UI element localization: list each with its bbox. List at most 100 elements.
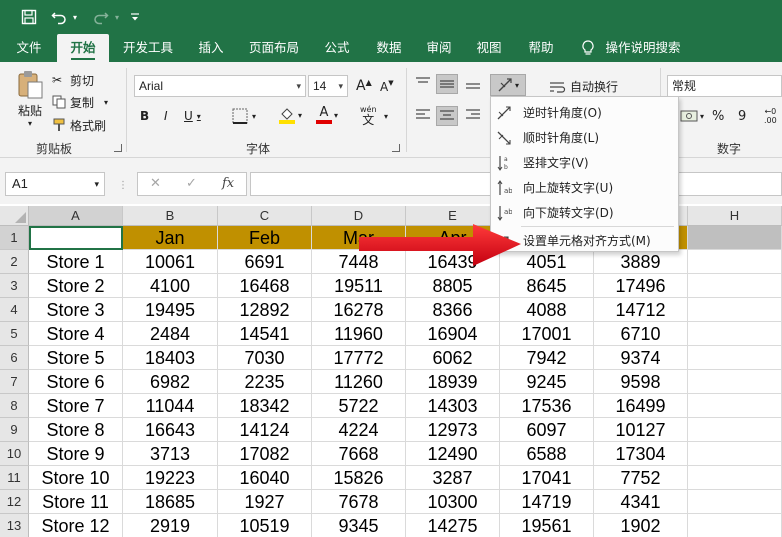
value-cell[interactable]: 16040 (218, 466, 312, 490)
header-cell[interactable] (688, 226, 782, 250)
cancel-button[interactable]: ✕ (150, 176, 161, 191)
store-name-cell[interactable]: Store 11 (29, 490, 123, 514)
value-cell[interactable]: 6097 (500, 418, 594, 442)
copy-button[interactable]: 复制 ▾ (52, 92, 108, 112)
active-cell-a1[interactable] (29, 226, 123, 250)
row-header-1[interactable]: 1 (0, 226, 29, 250)
value-cell[interactable]: 19223 (123, 466, 218, 490)
tab-file[interactable]: 文件 (6, 34, 52, 62)
accounting-format-button[interactable]: ▾ (680, 108, 704, 124)
value-cell[interactable]: 14712 (594, 298, 688, 322)
store-name-cell[interactable]: Store 9 (29, 442, 123, 466)
save-icon[interactable] (18, 6, 40, 28)
redo-icon[interactable] (90, 6, 112, 28)
value-cell[interactable]: 15826 (312, 466, 406, 490)
tab-developer[interactable]: 开发工具 (114, 34, 182, 62)
value-cell[interactable]: 16499 (594, 394, 688, 418)
value-cell[interactable]: 4341 (594, 490, 688, 514)
column-header-a[interactable]: A (29, 206, 123, 226)
value-cell[interactable]: 18403 (123, 346, 218, 370)
store-name-cell[interactable]: Store 6 (29, 370, 123, 394)
phonetic-guide-button[interactable]: wén 文 (360, 105, 377, 127)
store-name-cell[interactable]: Store 7 (29, 394, 123, 418)
tab-page-layout[interactable]: 页面布局 (240, 34, 308, 62)
value-cell[interactable]: 7030 (218, 346, 312, 370)
value-cell[interactable]: 19561 (500, 514, 594, 537)
store-name-cell[interactable]: Store 8 (29, 418, 123, 442)
clipboard-launcher-icon[interactable] (114, 144, 122, 152)
value-cell[interactable]: 10127 (594, 418, 688, 442)
value-cell[interactable]: 17304 (594, 442, 688, 466)
value-cell[interactable] (688, 370, 782, 394)
value-cell[interactable]: 8645 (500, 274, 594, 298)
middle-align-button[interactable] (436, 74, 458, 94)
bold-button[interactable]: B (140, 109, 149, 123)
value-cell[interactable]: 1927 (218, 490, 312, 514)
value-cell[interactable] (688, 466, 782, 490)
value-cell[interactable] (688, 394, 782, 418)
value-cell[interactable]: 14124 (218, 418, 312, 442)
value-cell[interactable]: 2484 (123, 322, 218, 346)
value-cell[interactable]: 16904 (406, 322, 500, 346)
value-cell[interactable]: 3713 (123, 442, 218, 466)
value-cell[interactable]: 7678 (312, 490, 406, 514)
value-cell[interactable]: 14719 (500, 490, 594, 514)
align-left-button[interactable] (414, 108, 432, 122)
row-header[interactable]: 3 (0, 274, 29, 298)
value-cell[interactable]: 8805 (406, 274, 500, 298)
value-cell[interactable] (688, 322, 782, 346)
column-header-h[interactable]: H (688, 206, 782, 226)
top-align-button[interactable] (414, 76, 432, 90)
value-cell[interactable]: 18342 (218, 394, 312, 418)
value-cell[interactable]: 18939 (406, 370, 500, 394)
header-cell[interactable]: Jan (123, 226, 218, 250)
shrink-font-button[interactable]: A ▼ (380, 79, 394, 94)
value-cell[interactable]: 17001 (500, 322, 594, 346)
align-center-button[interactable] (436, 106, 458, 126)
insert-function-button[interactable]: fx (222, 176, 234, 191)
store-name-cell[interactable]: Store 3 (29, 298, 123, 322)
font-name-select[interactable]: Arial ▾ (134, 75, 306, 97)
value-cell[interactable] (688, 250, 782, 274)
tab-view[interactable]: 视图 (466, 34, 512, 62)
font-size-select[interactable]: 14 ▾ (308, 75, 348, 97)
value-cell[interactable]: 8366 (406, 298, 500, 322)
store-name-cell[interactable]: Store 10 (29, 466, 123, 490)
font-launcher-icon[interactable] (392, 144, 400, 152)
value-cell[interactable]: 7668 (312, 442, 406, 466)
row-header[interactable]: 10 (0, 442, 29, 466)
value-cell[interactable]: 14541 (218, 322, 312, 346)
value-cell[interactable]: 2919 (123, 514, 218, 537)
column-header-b[interactable]: B (123, 206, 218, 226)
value-cell[interactable]: 16643 (123, 418, 218, 442)
header-cell[interactable]: Feb (218, 226, 312, 250)
tab-help[interactable]: 帮助 (518, 34, 564, 62)
value-cell[interactable] (688, 346, 782, 370)
value-cell[interactable]: 17041 (500, 466, 594, 490)
value-cell[interactable]: 4088 (500, 298, 594, 322)
value-cell[interactable]: 17536 (500, 394, 594, 418)
value-cell[interactable]: 6691 (218, 250, 312, 274)
row-header[interactable]: 12 (0, 490, 29, 514)
align-right-button[interactable] (464, 108, 482, 122)
store-name-cell[interactable]: Store 1 (29, 250, 123, 274)
value-cell[interactable]: 10300 (406, 490, 500, 514)
phonetic-dropdown[interactable]: ▾ (384, 112, 388, 121)
value-cell[interactable]: 4100 (123, 274, 218, 298)
value-cell[interactable]: 9374 (594, 346, 688, 370)
customize-qat-icon[interactable] (128, 6, 142, 28)
value-cell[interactable]: 6588 (500, 442, 594, 466)
value-cell[interactable]: 9598 (594, 370, 688, 394)
value-cell[interactable]: 3287 (406, 466, 500, 490)
value-cell[interactable]: 9245 (500, 370, 594, 394)
value-cell[interactable]: 12973 (406, 418, 500, 442)
value-cell[interactable]: 12490 (406, 442, 500, 466)
value-cell[interactable]: 3889 (594, 250, 688, 274)
row-header[interactable]: 5 (0, 322, 29, 346)
formula-bar-grip-icon[interactable]: ⋮ (118, 180, 128, 191)
number-format-select[interactable]: 常规 (667, 75, 782, 97)
italic-button[interactable]: I (164, 109, 168, 123)
orientation-button[interactable]: ▾ (490, 74, 526, 96)
value-cell[interactable]: 1902 (594, 514, 688, 537)
row-header[interactable]: 9 (0, 418, 29, 442)
